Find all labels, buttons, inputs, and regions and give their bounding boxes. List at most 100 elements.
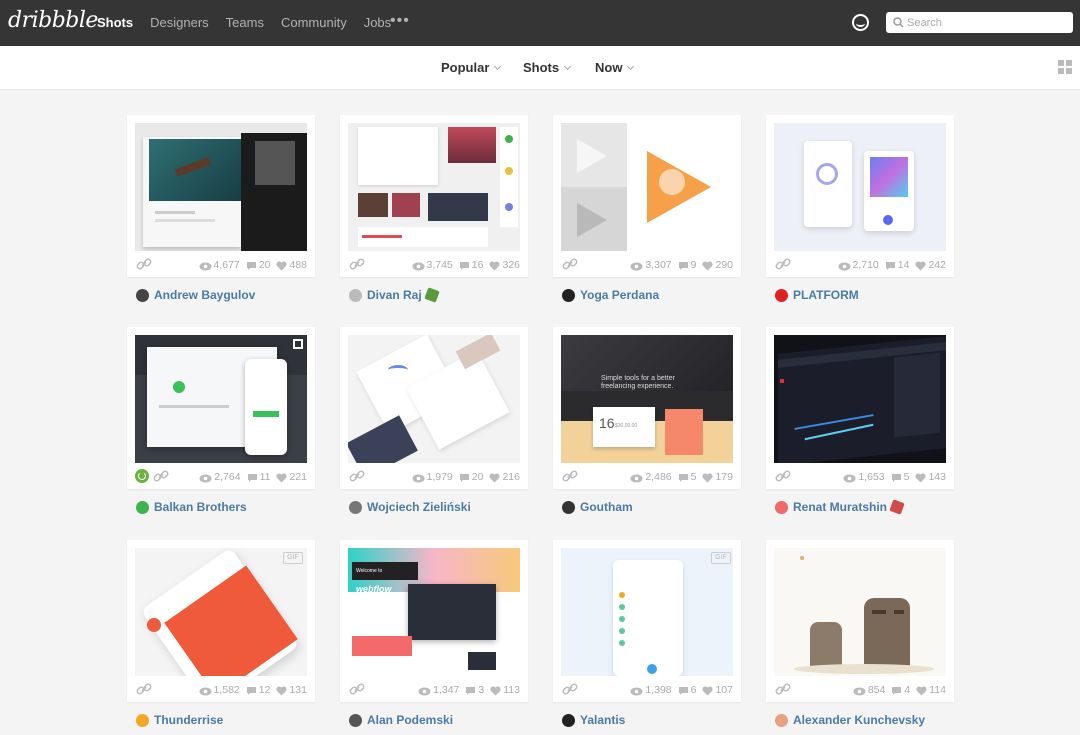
shot-card[interactable]: GIF 1,398 6 107 (553, 540, 741, 702)
comments-count[interactable]: 14 (898, 259, 910, 271)
comments-count[interactable]: 4 (904, 684, 910, 696)
link-icon[interactable] (349, 683, 365, 695)
shot-author[interactable]: Andrew Baygulov (136, 288, 255, 302)
shot-author[interactable]: Thunderrise (136, 713, 223, 727)
avatar[interactable] (562, 288, 575, 302)
shot-card[interactable]: 854 4 114 (766, 540, 954, 702)
shot-author[interactable]: PLATFORM (775, 288, 859, 302)
author-name[interactable]: Yoga Perdana (580, 288, 659, 302)
comments-count[interactable]: 6 (691, 684, 697, 696)
shot-author[interactable]: Renat Muratshin (775, 499, 905, 515)
shot-author[interactable]: Goutham (562, 500, 633, 514)
shot-card[interactable]: 2,710 14 242 (766, 115, 954, 277)
link-icon[interactable] (349, 470, 365, 482)
heart-icon[interactable] (916, 686, 927, 696)
shot-author[interactable]: Divan Raj (349, 287, 440, 303)
heart-icon[interactable] (276, 261, 288, 271)
comments-count[interactable]: 16 (472, 259, 484, 271)
shot-thumbnail[interactable]: GIF (561, 548, 733, 676)
comments-count[interactable]: 11 (260, 471, 271, 483)
shot-author[interactable]: Yoga Perdana (562, 288, 659, 302)
avatar[interactable] (775, 500, 788, 514)
shot-card[interactable]: GIF 1,582 12 131 (127, 540, 315, 702)
shot-card[interactable]: 2,764 11 221 (127, 327, 315, 489)
author-name[interactable]: Goutham (580, 500, 633, 514)
heart-icon[interactable] (702, 686, 714, 696)
heart-icon[interactable] (276, 686, 288, 696)
heart-icon[interactable] (702, 261, 714, 271)
link-icon[interactable] (775, 683, 791, 695)
avatar[interactable] (562, 500, 575, 514)
avatar[interactable] (349, 713, 362, 727)
nav-teams[interactable]: Teams (226, 15, 264, 30)
heart-icon[interactable] (490, 686, 501, 696)
likes-count[interactable]: 143 (928, 471, 946, 483)
likes-count[interactable]: 221 (289, 471, 307, 483)
shot-card[interactable]: Simple tools for a better freelancing exp… (553, 327, 741, 489)
comments-count[interactable]: 9 (691, 259, 697, 271)
avatar[interactable] (562, 713, 575, 727)
list-filter[interactable]: Shots (523, 60, 572, 75)
search-input[interactable] (907, 14, 1067, 31)
link-icon[interactable] (562, 470, 578, 482)
comments-count[interactable]: 20 (259, 259, 271, 271)
heart-icon[interactable] (489, 261, 501, 271)
shot-card[interactable]: Welcome to webflow 1,347 3 113 (340, 540, 528, 702)
shot-author[interactable]: Wojciech Zieliński (349, 500, 471, 514)
heart-icon[interactable] (702, 473, 714, 483)
shot-thumbnail[interactable] (135, 123, 307, 251)
link-icon[interactable] (153, 470, 169, 482)
shot-thumbnail[interactable] (348, 335, 520, 463)
link-icon[interactable] (562, 683, 578, 695)
shot-card[interactable]: 4,677 20 488 (127, 115, 315, 277)
shot-thumbnail[interactable] (774, 123, 946, 251)
likes-count[interactable]: 242 (928, 259, 946, 271)
nav-designers[interactable]: Designers (150, 15, 209, 30)
nav-jobs[interactable]: Jobs (364, 15, 391, 30)
heart-icon[interactable] (915, 473, 927, 483)
author-name[interactable]: Balkan Brothers (154, 500, 247, 514)
link-icon[interactable] (775, 258, 791, 270)
likes-count[interactable]: 113 (503, 684, 520, 696)
comments-count[interactable]: 3 (478, 684, 484, 696)
likes-count[interactable]: 326 (502, 259, 520, 271)
shot-thumbnail[interactable]: Simple tools for a better freelancing exp… (561, 335, 733, 463)
shot-card[interactable]: 3,307 9 290 (553, 115, 741, 277)
grid-view-icon[interactable] (1058, 60, 1074, 76)
shot-thumbnail[interactable] (774, 335, 946, 463)
comments-count[interactable]: 20 (472, 471, 484, 483)
nav-shots[interactable]: Shots (97, 15, 133, 30)
author-name[interactable]: Alexander Kunchevsky (793, 713, 925, 727)
author-name[interactable]: Renat Muratshin (793, 500, 887, 514)
nav-community[interactable]: Community (281, 15, 347, 30)
shot-thumbnail[interactable]: Welcome to webflow (348, 548, 520, 676)
avatar[interactable] (349, 288, 362, 302)
likes-count[interactable]: 290 (715, 259, 733, 271)
avatar[interactable] (136, 713, 149, 727)
heart-icon[interactable] (489, 473, 501, 483)
rebound-icon[interactable] (135, 469, 149, 483)
link-icon[interactable] (349, 258, 365, 270)
shot-author[interactable]: Yalantis (562, 713, 625, 727)
author-name[interactable]: Andrew Baygulov (154, 288, 255, 302)
shot-thumbnail[interactable] (348, 123, 520, 251)
dribbble-ball-icon[interactable] (852, 14, 869, 31)
link-icon[interactable] (136, 683, 152, 695)
shot-thumbnail[interactable] (135, 335, 307, 463)
likes-count[interactable]: 107 (715, 684, 733, 696)
author-name[interactable]: Alan Podemski (367, 713, 453, 727)
heart-icon[interactable] (276, 473, 288, 483)
shot-card[interactable]: 1,979 20 216 (340, 327, 528, 489)
author-name[interactable]: Yalantis (580, 713, 625, 727)
comments-count[interactable]: 5 (904, 471, 910, 483)
likes-count[interactable]: 114 (929, 684, 946, 696)
avatar[interactable] (349, 500, 362, 514)
author-name[interactable]: Thunderrise (154, 713, 223, 727)
likes-count[interactable]: 488 (289, 259, 307, 271)
author-name[interactable]: PLATFORM (793, 288, 859, 302)
likes-count[interactable]: 131 (289, 684, 307, 696)
likes-count[interactable]: 216 (502, 471, 520, 483)
likes-count[interactable]: 179 (715, 471, 733, 483)
comments-count[interactable]: 5 (691, 471, 697, 483)
avatar[interactable] (136, 288, 149, 302)
